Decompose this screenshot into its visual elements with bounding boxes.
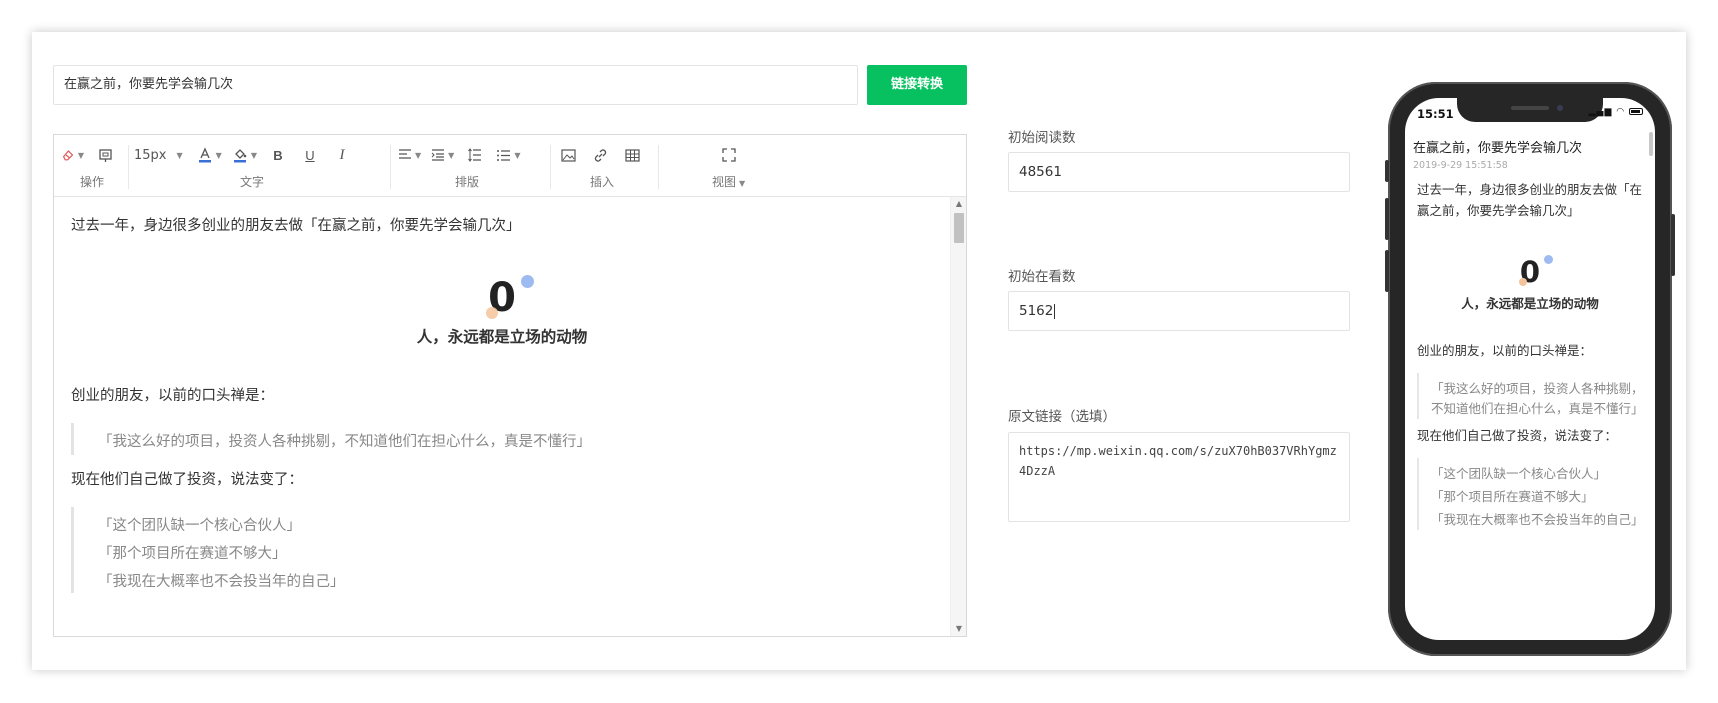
underline-button[interactable]: U [299,143,321,167]
decor-dot-blue [520,275,534,288]
phone-quote-2: 「这个团队缺一个核心合伙人」 「那个项目所在赛道不够大」 「我现在大概率也不会投… [1417,458,1647,530]
toolbar-group-operate: ▼ 操作 [62,143,124,193]
font-size-select[interactable]: 15px ▼ [134,143,183,167]
fullscreen-icon[interactable] [718,143,740,167]
watch-count-label: 初始在看数 [1008,269,1076,285]
editor-paragraph-3: 现在他们自己做了投资，说法变了： [71,472,303,488]
toolbar-group-text: 15px ▼ ▼ ▼ B U I 文字 [134,143,384,193]
chevron-down-icon: ▼ [176,150,183,160]
phone-power-button [1671,214,1675,276]
toolbar-divider [390,145,391,189]
italic-button[interactable]: I [331,143,353,167]
phone-subtitle: 人，永远都是立场的动物 [1461,296,1599,311]
toolbar-label-operate: 操作 [80,175,105,189]
phone-big-number-block: 0 [1413,255,1647,291]
phone-mute-switch [1385,160,1389,182]
phone-paragraph-2: 创业的朋友，以前的口头禅是： [1417,343,1593,358]
phone-article[interactable]: 在赢之前，你要先学会输几次 2019-9-29 15:51:58 过去一年，身边… [1405,138,1655,628]
editor-scrollbar[interactable]: ▲ ▼ [950,197,966,636]
phone-volume-up [1385,198,1389,240]
font-size-value: 15px [134,147,167,163]
quote-line: 「我这么好的项目，投资人各种挑剔，不知道他们在担心什么，真是不懂行」 [98,434,591,450]
background-color-button[interactable]: ▼ [232,143,257,167]
original-link-label: 原文链接（选填） [1008,409,1116,425]
list-icon[interactable]: ▼ [496,143,520,167]
editor-toolbar: ▼ 操作 15px ▼ ▼ ▼ B U I 文字 ▼ ▼ ▼ 排版 插入 视图 … [54,135,966,197]
watch-count-value: 5162 [1019,303,1054,319]
quote-line: 「那个项目所在赛道不够大」 [98,546,287,562]
chevron-down-icon: ▼ [739,179,746,188]
status-icons: ▂▄▆ ◠ [1589,107,1643,117]
signal-icon: ▂▄▆ [1588,107,1613,117]
editor-paragraph-2: 创业的朋友，以前的口头禅是： [71,388,274,404]
phone-paragraph-3: 现在他们自己做了投资，说法变了： [1417,428,1618,443]
toolbar-divider [128,145,129,189]
decor-dot-orange [486,307,499,319]
editor-quote-2: 「这个团队缺一个核心合伙人」 「那个项目所在赛道不够大」 「我现在大概率也不会投… [71,507,933,593]
toolbar-divider [658,145,659,189]
format-painter-icon[interactable] [94,143,116,167]
phone-quote-1: 「我这么好的项目，投资人各种挑剔，不知道他们在担心什么，真是不懂行」 [1417,373,1647,419]
phone-scrollbar [1649,132,1653,156]
scroll-down-arrow-icon[interactable]: ▼ [951,622,967,636]
big-number: 0 [486,275,534,321]
font-color-button[interactable]: ▼ [197,143,222,167]
scroll-up-arrow-icon[interactable]: ▲ [951,197,967,211]
toolbar-label-view: 视图 [712,175,737,189]
phone-paragraph-1: 过去一年，身边很多创业的朋友去做「在赢之前，你要先学会输几次」 [1417,182,1643,218]
line-height-icon[interactable] [464,143,486,167]
quote-line: 「那个项目所在赛道不够大」 [1431,489,1594,504]
phone-big-number: 0 [1518,255,1554,289]
table-icon[interactable] [621,143,643,167]
text-cursor [1054,303,1056,319]
editor-paragraph-1: 过去一年，身边很多创业的朋友去做「在赢之前，你要先学会输几次」 [71,218,521,234]
view-menu[interactable]: 视图 ▼ [712,173,745,190]
decor-dot-orange [1518,278,1527,286]
quote-line: 「我现在大概率也不会投当年的自己」 [1431,512,1644,527]
toolbar-group-view: 视图 ▼ [664,143,745,193]
quote-line: 「我现在大概率也不会投当年的自己」 [98,574,345,590]
align-left-icon[interactable]: ▼ [398,143,421,167]
original-link-textarea[interactable]: https://mp.weixin.qq.com/s/zuX70hB037VRh… [1008,432,1350,522]
bold-button[interactable]: B [267,143,289,167]
quote-line: 「这个团队缺一个核心合伙人」 [98,518,301,534]
toolbar-label-layout: 排版 [455,175,480,189]
watch-count-input[interactable]: 5162 [1008,291,1350,331]
link-icon[interactable] [589,143,611,167]
scrollbar-thumb[interactable] [954,213,964,243]
phone-screen: 15:51 ▂▄▆ ◠ 在赢之前，你要先学会输几次 2019-9-29 15:5… [1405,98,1655,640]
toolbar-group-layout: ▼ ▼ ▼ 排版 [398,143,544,193]
editor-content[interactable]: 过去一年，身边很多创业的朋友去做「在赢之前，你要先学会输几次」 0 人，永远都是… [54,197,950,636]
article-title-input[interactable]: 在赢之前，你要先学会输几次 [53,65,858,105]
battery-icon [1629,108,1643,115]
rich-text-editor: ▼ 操作 15px ▼ ▼ ▼ B U I 文字 ▼ ▼ ▼ 排版 插入 视图 … [53,134,967,637]
toolbar-label-insert: 插入 [590,175,615,189]
phone-volume-down [1385,250,1389,292]
read-count-label: 初始阅读数 [1008,130,1076,146]
decor-dot-blue [1544,255,1554,264]
image-icon[interactable] [557,143,579,167]
editor-quote-1: 「我这么好的项目，投资人各种挑剔，不知道他们在担心什么，真是不懂行」 [71,423,933,455]
big-number-block: 0 [71,275,933,325]
link-convert-button[interactable]: 链接转换 [867,65,967,105]
editor-subtitle: 人，永远都是立场的动物 [416,328,588,346]
phone-article-title: 在赢之前，你要先学会输几次 [1413,141,1583,156]
phone-preview: 15:51 ▂▄▆ ◠ 在赢之前，你要先学会输几次 2019-9-29 15:5… [1385,82,1675,656]
status-time: 15:51 [1417,107,1454,121]
eraser-icon[interactable]: ▼ [62,143,84,167]
phone-article-date: 2019-9-29 15:51:58 [1413,160,1508,171]
toolbar-group-insert: 插入 [557,143,653,193]
read-count-input[interactable]: 48561 [1008,152,1350,192]
quote-line: 「这个团队缺一个核心合伙人」 [1431,466,1607,481]
wifi-icon: ◠ [1616,107,1626,117]
toolbar-label-text: 文字 [240,175,265,189]
indent-icon[interactable]: ▼ [431,143,454,167]
phone-notch [1457,98,1603,122]
toolbar-divider [550,145,551,189]
